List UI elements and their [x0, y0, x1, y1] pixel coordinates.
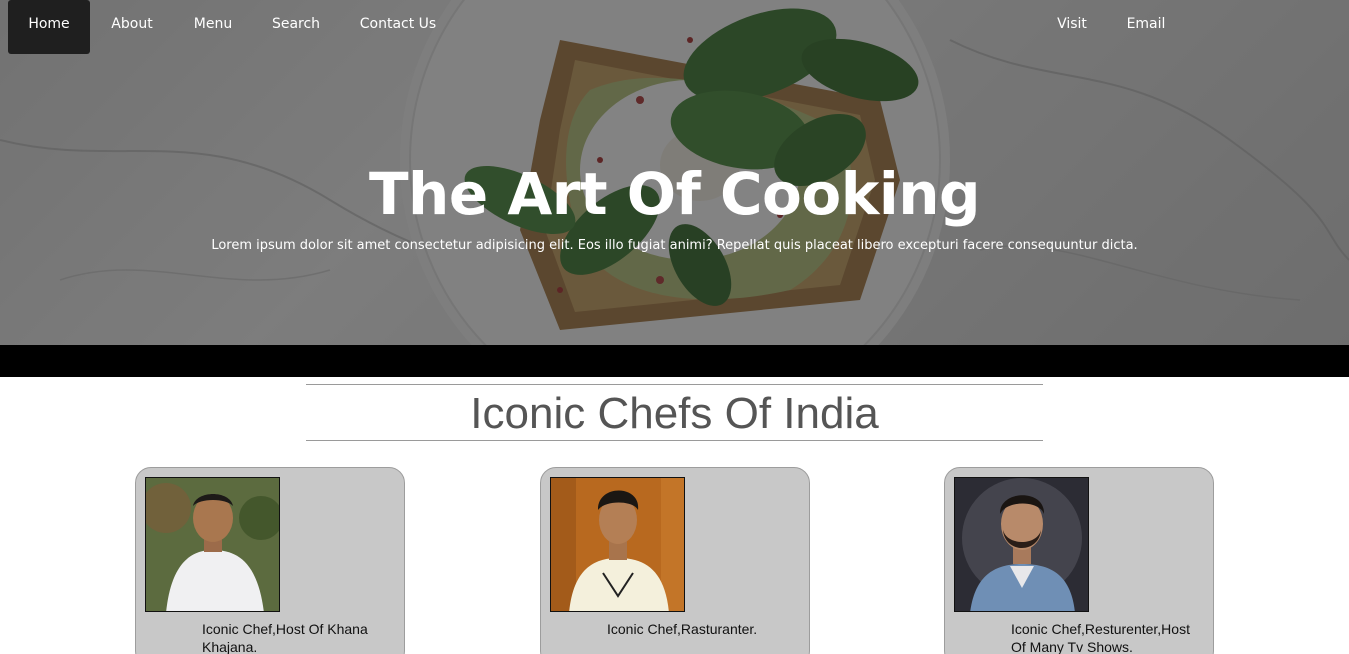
chef-caption-1: Iconic Chef,Host Of Khana Khajana.	[202, 621, 368, 654]
hero-banner: Home About Menu Search Contact Us Visit …	[0, 0, 1349, 345]
chef-portrait-3	[954, 477, 1089, 612]
chef-card-3: Iconic Chef,Resturenter,Host Of Many Tv …	[944, 467, 1214, 654]
chef-portrait-1	[145, 477, 280, 612]
section-title-top-rule	[306, 384, 1043, 385]
nav-visit[interactable]: Visit	[1046, 0, 1098, 54]
chef-card-2: Iconic Chef,Rasturanter.	[540, 467, 810, 654]
hero-title: The Art Of Cooking	[368, 160, 981, 228]
nav-contact-us[interactable]: Contact Us	[348, 0, 448, 54]
nav-about[interactable]: About	[98, 0, 166, 54]
top-navigation: Home About Menu Search Contact Us Visit …	[0, 0, 1349, 54]
section-title: Iconic Chefs Of India	[470, 389, 879, 438]
nav-home[interactable]: Home	[8, 0, 90, 54]
chef-portrait-2	[550, 477, 685, 612]
nav-menu[interactable]: Menu	[180, 0, 246, 54]
chef-card-1: Iconic Chef,Host Of Khana Khajana.	[135, 467, 405, 654]
nav-search[interactable]: Search	[260, 0, 332, 54]
divider-band	[0, 345, 1349, 377]
chef-caption-2: Iconic Chef,Rasturanter.	[607, 621, 758, 637]
nav-email[interactable]: Email	[1118, 0, 1174, 54]
section-title-bottom-rule	[306, 440, 1043, 441]
chef-caption-3: Iconic Chef,Resturenter,Host Of Many Tv …	[1011, 621, 1190, 654]
hero-subtitle: Lorem ipsum dolor sit amet consectetur a…	[211, 238, 1138, 253]
